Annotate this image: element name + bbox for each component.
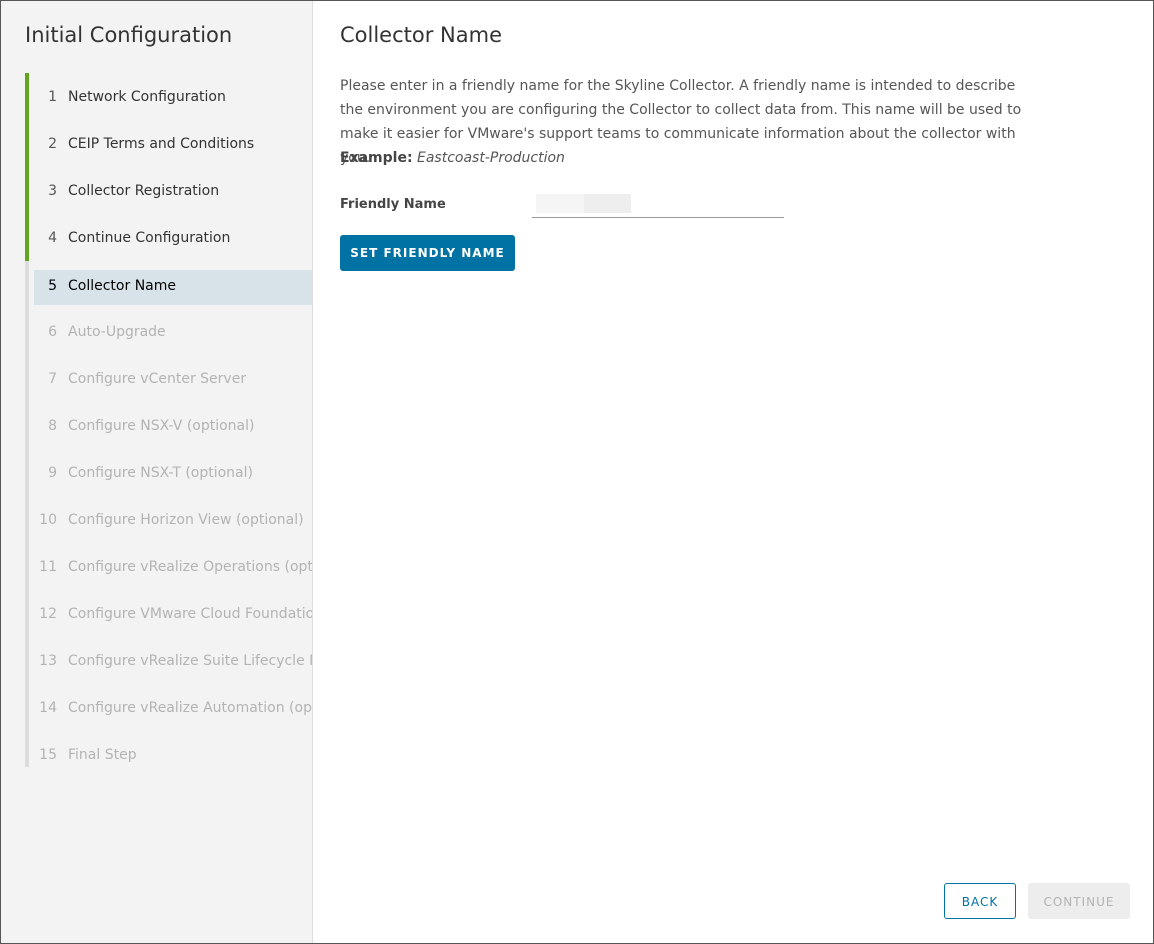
step-number: 13: [39, 653, 57, 669]
step-number: 3: [48, 183, 57, 199]
step-item-6: 6 Auto-Upgrade: [25, 308, 312, 355]
continue-button: CONTINUE: [1028, 883, 1130, 919]
step-label: Configure vRealize Suite Lifecycle Ma: [68, 653, 313, 669]
step-item-10: 10 Configure Horizon View (optional): [25, 496, 312, 543]
step-number: 12: [39, 606, 57, 622]
friendly-name-label: Friendly Name: [340, 197, 446, 212]
example-label: Example:: [340, 150, 413, 166]
sidebar-title: Initial Configuration: [25, 23, 233, 47]
step-number: 6: [48, 324, 57, 340]
step-item-2[interactable]: 2 CEIP Terms and Conditions: [25, 120, 312, 167]
step-label: Configure vRealize Automation (opti: [68, 700, 313, 716]
wizard-dialog: Initial Configuration 1 Network Configura…: [0, 0, 1154, 944]
step-number: 5: [48, 278, 57, 294]
step-label: Continue Configuration: [68, 230, 231, 246]
back-button[interactable]: BACK: [944, 883, 1016, 919]
step-item-13: 13 Configure vRealize Suite Lifecycle Ma: [25, 637, 312, 684]
step-item-14: 14 Configure vRealize Automation (opti: [25, 684, 312, 731]
friendly-name-input[interactable]: [532, 191, 784, 218]
step-number: 7: [48, 371, 57, 387]
step-item-1[interactable]: 1 Network Configuration: [25, 73, 312, 120]
example-row: Example: Eastcoast-Production: [340, 146, 565, 170]
step-item-3[interactable]: 3 Collector Registration: [25, 167, 312, 214]
example-value: Eastcoast-Production: [417, 150, 565, 166]
step-label: Auto-Upgrade: [68, 324, 166, 340]
step-item-7: 7 Configure vCenter Server: [25, 355, 312, 402]
step-item-15: 15 Final Step: [25, 731, 312, 767]
step-number: 15: [39, 747, 57, 763]
step-number: 1: [48, 89, 57, 105]
step-label: Configure vCenter Server: [68, 371, 247, 387]
wizard-sidebar: Initial Configuration 1 Network Configura…: [1, 1, 313, 943]
step-label: Collector Name: [68, 278, 176, 294]
step-label: Collector Registration: [68, 183, 220, 199]
step-label: Configure NSX-T (optional): [68, 465, 253, 481]
step-number: 2: [48, 136, 57, 152]
step-number: 14: [39, 700, 57, 716]
step-number: 11: [39, 559, 57, 575]
step-item-8: 8 Configure NSX-V (optional): [25, 402, 312, 449]
step-label: Configure Horizon View (optional): [68, 512, 304, 528]
step-item-12: 12 Configure VMware Cloud Foundation: [25, 590, 312, 637]
step-item-5[interactable]: 5 Collector Name: [25, 261, 312, 308]
set-friendly-name-button[interactable]: SET FRIENDLY NAME: [340, 235, 515, 271]
step-item-9: 9 Configure NSX-T (optional): [25, 449, 312, 496]
step-number: 10: [39, 512, 57, 528]
step-number: 4: [48, 230, 57, 246]
step-number: 8: [48, 418, 57, 434]
step-label: Final Step: [68, 747, 137, 763]
step-label: Configure NSX-V (optional): [68, 418, 255, 434]
main-panel: Collector Name Please enter in a friendl…: [313, 1, 1153, 943]
step-number: 9: [48, 465, 57, 481]
step-label: Configure vRealize Operations (optio: [68, 559, 313, 575]
step-list: 1 Network Configuration 2 CEIP Terms and Co…: [25, 73, 312, 767]
step-item-4[interactable]: 4 Continue Configuration: [25, 214, 312, 261]
step-label: Network Configuration: [68, 89, 226, 105]
step-label: Configure VMware Cloud Foundation: [68, 606, 313, 622]
page-title: Collector Name: [340, 23, 502, 47]
step-item-11: 11 Configure vRealize Operations (optio: [25, 543, 312, 590]
step-label: CEIP Terms and Conditions: [68, 136, 255, 152]
